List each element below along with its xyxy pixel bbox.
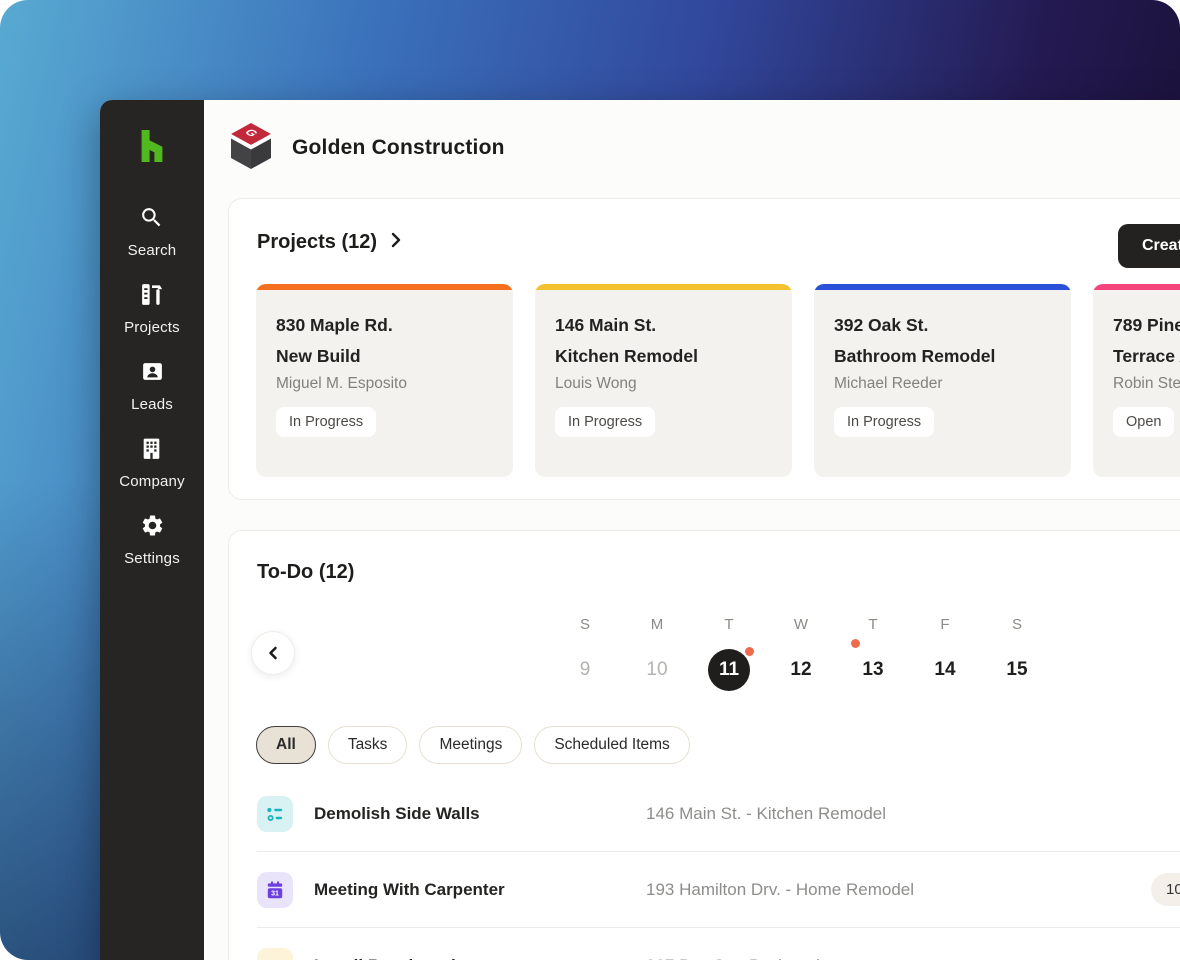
sidebar-item-search[interactable]: Search	[128, 205, 177, 259]
status-badge: In Progress	[555, 407, 656, 437]
sidebar-item-label: Projects	[124, 319, 180, 336]
checklist-icon	[257, 947, 293, 960]
day-letter: F	[940, 616, 950, 633]
week-strip: S 9 M 10 T 11 W 12 T 13 F 14 S 15	[549, 615, 1053, 691]
sidebar-item-leads[interactable]: Leads	[131, 359, 173, 413]
todo-title: To-Do (12)	[257, 561, 355, 583]
sidebar-item-label: Search	[127, 242, 177, 259]
leads-icon	[140, 359, 165, 389]
calendar-icon: 31	[257, 871, 293, 908]
checklist-icon	[257, 795, 293, 832]
project-card[interactable]: 830 Maple Rd. New Build Miguel M. Esposi…	[256, 284, 513, 477]
filter-chip-all[interactable]: All	[256, 726, 316, 764]
sidebar-item-projects[interactable]: Projects	[124, 282, 180, 336]
status-badge: In Progress	[834, 407, 935, 437]
todo-item-project: 146 Main St. - Kitchen Remodel	[646, 803, 887, 823]
date-cell[interactable]: 15	[981, 649, 1053, 691]
projects-icon	[139, 282, 164, 312]
day-letter: T	[868, 616, 878, 633]
project-owner: Miguel M. Esposito	[276, 375, 407, 392]
project-card[interactable]: 146 Main St. Kitchen Remodel Louis Wong …	[535, 284, 792, 477]
date-cell[interactable]: 10	[621, 649, 693, 691]
settings-icon	[140, 513, 165, 543]
company-icon	[139, 436, 164, 466]
sidebar-item-label: Settings	[124, 550, 180, 567]
status-badge: Open	[1113, 407, 1175, 437]
project-card[interactable]: 789 Pine St. Terrace Addition Robin Stew…	[1093, 284, 1180, 477]
day-letter: S	[579, 616, 590, 633]
day-letter: W	[793, 616, 809, 633]
todo-item-project: 927 Bay St. - Backyard	[646, 956, 820, 960]
project-owner: Michael Reeder	[834, 375, 943, 392]
filter-chips: All Tasks Meetings Scheduled Items	[256, 726, 690, 764]
day-letter: M	[650, 616, 664, 633]
search-icon	[139, 205, 164, 235]
company-header: G Golden Construction	[204, 100, 1180, 196]
app-window: Search Projects Leads Company Settings G…	[100, 100, 1180, 960]
todo-item-project: 193 Hamilton Drv. - Home Remodel	[646, 879, 914, 899]
todo-item-time-badge: 10:00 AM	[1151, 873, 1180, 906]
project-title: 789 Pine St. Terrace Addition	[1113, 315, 1180, 366]
projects-title: Projects (12)	[257, 231, 378, 253]
company-logo-icon: G	[228, 122, 274, 175]
project-title: 146 Main St. Kitchen Remodel	[555, 315, 698, 366]
filter-chip-scheduled-items[interactable]: Scheduled Items	[534, 726, 690, 764]
project-title: 392 Oak St. Bathroom Remodel	[834, 315, 996, 366]
date-cell[interactable]: 12	[765, 649, 837, 691]
sidebar: Search Projects Leads Company Settings	[100, 100, 204, 960]
date-cell[interactable]: 14	[909, 649, 981, 691]
chevron-right-icon	[389, 232, 403, 253]
create-button[interactable]: Create	[1118, 224, 1180, 268]
sidebar-item-settings[interactable]: Settings	[124, 513, 180, 567]
projects-header-link[interactable]: Projects (12)	[257, 231, 403, 254]
event-dot	[745, 647, 754, 656]
event-dot	[851, 639, 860, 648]
todo-panel: To-Do (12) S 9 M 10 T 11 W 12 T 13 F 14 …	[228, 530, 1180, 960]
status-badge: In Progress	[276, 407, 377, 437]
todo-item-title: Meeting With Carpenter	[314, 879, 505, 899]
svg-text:31: 31	[271, 890, 279, 897]
date-cell-selected[interactable]: 11	[693, 647, 765, 691]
chevron-left-button[interactable]	[251, 631, 295, 675]
project-owner: Robin Stewart	[1113, 375, 1180, 392]
project-owner: Louis Wong	[555, 375, 637, 392]
page: Search Projects Leads Company Settings G…	[0, 0, 1180, 960]
todo-row[interactable]: 31 Meeting With Carpenter 193 Hamilton D…	[257, 852, 1180, 928]
todo-list: Demolish Side Walls 146 Main St. - Kitch…	[257, 776, 1180, 960]
todo-item-title: Demolish Side Walls	[314, 803, 480, 823]
todo-row[interactable]: Install Baseboards 927 Bay St. - Backyar…	[257, 928, 1180, 960]
filter-chip-meetings[interactable]: Meetings	[419, 726, 523, 764]
todo-item-title: Install Baseboards	[314, 956, 465, 960]
filter-chip-tasks[interactable]: Tasks	[327, 726, 408, 764]
day-letter: T	[724, 616, 734, 633]
date-cell[interactable]: 13	[837, 649, 909, 691]
sidebar-item-label: Company	[119, 473, 185, 490]
sidebar-item-label: Leads	[131, 396, 173, 413]
project-title: 830 Maple Rd. New Build	[276, 315, 393, 366]
day-letter: S	[1011, 616, 1022, 633]
company-name: Golden Construction	[292, 136, 505, 159]
todo-row[interactable]: Demolish Side Walls 146 Main St. - Kitch…	[257, 776, 1180, 852]
date-cell[interactable]: 9	[549, 649, 621, 691]
project-card[interactable]: 392 Oak St. Bathroom Remodel Michael Ree…	[814, 284, 1071, 477]
main-content: G Golden Construction Projects (12) Crea…	[204, 100, 1180, 960]
projects-panel: Projects (12) Create 830 Maple Rd. New B…	[228, 198, 1180, 500]
sidebar-item-company[interactable]: Company	[119, 436, 185, 490]
project-cards-row: 830 Maple Rd. New Build Miguel M. Esposi…	[256, 284, 1180, 477]
houzz-logo-icon[interactable]	[139, 130, 165, 167]
